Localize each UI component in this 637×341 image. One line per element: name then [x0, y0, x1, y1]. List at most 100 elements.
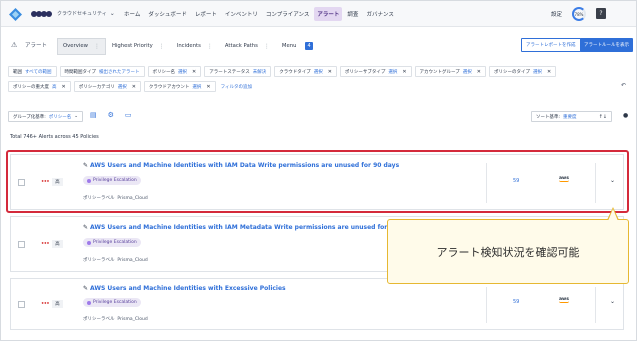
- filter-key: ポリシーサブタイプ: [344, 69, 386, 75]
- filter-chip-cloud-type[interactable]: クラウドタイプ 選択 ✕: [274, 66, 337, 77]
- close-icon[interactable]: ✕: [62, 84, 66, 90]
- nav-item-governance[interactable]: ガバナンス: [363, 7, 396, 21]
- alert-title-text: AWS Users and Machine Identities with Ex…: [90, 285, 286, 292]
- severity-dots-icon: •••: [41, 301, 50, 307]
- highlight-box: [6, 150, 629, 213]
- folder-icon[interactable]: ▭: [125, 111, 132, 119]
- close-icon[interactable]: ✕: [192, 69, 196, 75]
- table-view-icon[interactable]: ▤: [90, 111, 97, 119]
- filter-chip-policy-name[interactable]: ポリシー名 選択 ✕: [147, 66, 202, 77]
- filter-key: ポリシーの重大度: [13, 84, 49, 90]
- divider: [595, 287, 596, 323]
- nav-right: 設定 78%: [551, 7, 586, 21]
- chevron-down-icon: ⌄: [109, 10, 115, 17]
- tab-incidents[interactable]: Incidents ⋮: [171, 38, 219, 55]
- policy-tag: Privilege Escalation: [83, 298, 141, 307]
- filter-chip-policy-subtype[interactable]: ポリシーサブタイプ 選択 ✕: [339, 66, 412, 77]
- filter-value: 選択: [117, 84, 127, 90]
- settings-link[interactable]: 設定: [551, 10, 562, 18]
- security-score-badge[interactable]: 78%: [572, 7, 586, 21]
- group-by-select[interactable]: グループ化基準: ポリシー名 ⌄: [8, 111, 84, 122]
- tag-icon: [87, 300, 91, 305]
- help-icon[interactable]: ?: [596, 8, 606, 19]
- severity-label: 高: [52, 300, 63, 308]
- filter-chip-policy-type[interactable]: ポリシーのタイプ 選択 ✕: [488, 66, 557, 77]
- create-alert-report-button[interactable]: アラートレポートを作成: [521, 38, 581, 52]
- org-selector[interactable]: クラウドセキュリティ ⌄: [31, 10, 115, 17]
- nav-item-inventory[interactable]: インベントリ: [222, 7, 261, 21]
- policy-label-key: ポリシーラベル: [83, 317, 115, 322]
- nav-item-dashboard[interactable]: ダッシュボード: [145, 7, 190, 21]
- callout-pointer-inner: [608, 209, 618, 221]
- filter-chip-policy-severity[interactable]: ポリシーの重大度高 ✕: [8, 81, 71, 92]
- filter-chip-policy-category[interactable]: ポリシーカテゴリ 選択 ✕: [73, 81, 141, 92]
- close-icon[interactable]: ✕: [132, 84, 136, 90]
- close-icon[interactable]: ✕: [206, 84, 210, 90]
- settings-icon[interactable]: ⚙: [108, 111, 114, 119]
- sort-by-value: 重要度: [563, 114, 577, 120]
- kebab-menu-icon[interactable]: ⋮: [94, 43, 100, 50]
- expand-chevron-icon[interactable]: ⌄: [610, 298, 615, 305]
- kebab-menu-icon[interactable]: ⋮: [264, 43, 270, 50]
- reset-filters-icon[interactable]: ↶: [621, 82, 626, 89]
- row-checkbox[interactable]: [18, 241, 25, 248]
- close-icon[interactable]: ✕: [328, 69, 332, 75]
- cloud-label: aws: [559, 297, 569, 302]
- alert-count[interactable]: 59: [513, 299, 519, 305]
- nav-item-compliance[interactable]: コンプライアンス: [263, 7, 313, 21]
- alerts-header: ⚠ アラート Overview ⋮ Highest Priority ⋮ Inc…: [1, 28, 636, 58]
- tag-label: Privilege Escalation: [93, 300, 137, 305]
- chevron-down-icon: ⌄: [74, 114, 79, 119]
- close-icon[interactable]: ✕: [547, 69, 551, 75]
- alert-title[interactable]: ✎ AWS Users and Machine Identities with I…: [83, 224, 404, 231]
- filter-chip-time-range[interactable]: 時間範囲タイプ 検出されたアラート: [59, 66, 145, 77]
- tab-highest-priority[interactable]: Highest Priority ⋮: [106, 38, 171, 55]
- filter-chip-alert-status[interactable]: アラートステータス 未解決: [204, 66, 272, 77]
- tab-label: Highest Priority: [111, 43, 153, 49]
- filter-value: 高: [52, 84, 57, 90]
- filter-value: 選択: [388, 69, 398, 75]
- alert-card[interactable]: ••• 高 ✎ AWS Users and Machine Identities …: [10, 278, 624, 330]
- tab-label: Overview: [63, 43, 88, 49]
- filter-value: 選択: [532, 69, 542, 75]
- alert-title-text: AWS Users and Machine Identities with IA…: [90, 224, 405, 231]
- total-alerts-summary: Total 746+ Alerts across 45 Policies: [10, 134, 99, 140]
- nav-menu: ホーム ダッシュボード レポート インベントリ コンプライアンス アラート 調査…: [121, 7, 397, 21]
- nav-item-reports[interactable]: レポート: [192, 7, 220, 21]
- nav-item-investigate[interactable]: 調査: [344, 7, 361, 21]
- kebab-menu-icon[interactable]: ⋮: [207, 43, 213, 50]
- sort-by-label: ソート基準:: [536, 114, 561, 120]
- close-icon[interactable]: ✕: [477, 69, 481, 75]
- filter-key: クラウドタイプ: [279, 69, 311, 75]
- callout-text: アラート検知状況を確認可能: [436, 245, 580, 259]
- policy-tag: Privilege Escalation: [83, 238, 141, 247]
- nav-item-home[interactable]: ホーム: [121, 7, 143, 21]
- alert-title[interactable]: ✎ AWS Users and Machine Identities with E…: [83, 285, 286, 292]
- filter-value: 選択: [462, 69, 472, 75]
- close-icon[interactable]: ✕: [402, 69, 406, 75]
- kebab-menu-icon[interactable]: ⋮: [159, 43, 165, 50]
- tab-overview[interactable]: Overview ⋮: [57, 37, 106, 55]
- logo-icon[interactable]: [9, 8, 22, 21]
- edit-icon: ✎: [83, 285, 89, 292]
- filter-value: 未解決: [252, 69, 267, 75]
- filter-key: 範囲: [13, 69, 22, 75]
- nav-item-alerts[interactable]: アラート: [314, 7, 343, 21]
- severity-indicator: ••• 高: [41, 240, 63, 248]
- row-checkbox[interactable]: [18, 301, 25, 308]
- add-filter-link[interactable]: フィルタの追加: [219, 81, 254, 92]
- tab-label: Menu: [281, 43, 297, 49]
- info-icon[interactable]: ●: [623, 112, 628, 119]
- tab-menu[interactable]: Menu 4: [276, 37, 319, 55]
- filter-chip-scope[interactable]: 範囲 すべての範囲: [8, 66, 57, 77]
- filter-key: ポリシーカテゴリ: [78, 84, 115, 90]
- filter-chip-account-group[interactable]: アカウントグループ 選択 ✕: [414, 66, 486, 77]
- divider: [486, 287, 487, 323]
- view-alert-rules-button[interactable]: アラートルールを表示: [580, 38, 633, 52]
- sort-direction-icon[interactable]: ↑↓: [599, 114, 607, 120]
- tab-attack-paths[interactable]: Attack Paths ⋮: [219, 38, 276, 55]
- view-tabs: Overview ⋮ Highest Priority ⋮ Incidents …: [57, 37, 319, 55]
- tab-label: Attack Paths: [224, 43, 258, 49]
- sort-by-select[interactable]: ソート基準: 重要度 ↑↓: [531, 111, 612, 122]
- filter-chip-cloud-account[interactable]: クラウドアカウント 選択 ✕: [143, 81, 216, 92]
